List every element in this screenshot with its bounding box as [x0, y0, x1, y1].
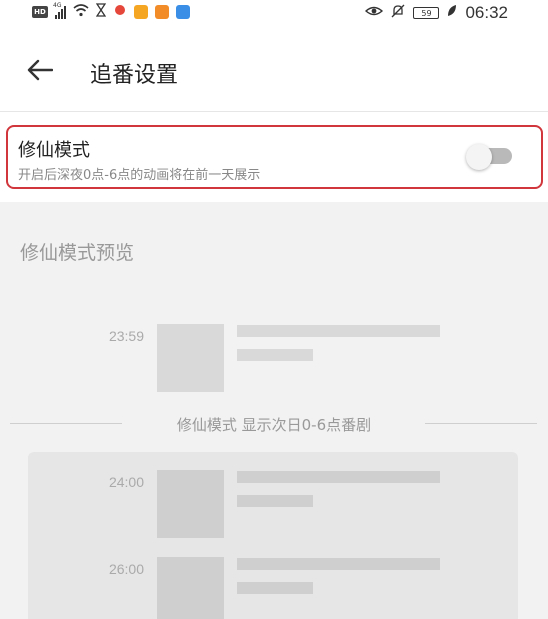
- toggle-thumb: [466, 144, 492, 170]
- cellular-signal-icon: 4G: [53, 2, 66, 19]
- hourglass-icon: [95, 3, 107, 21]
- xiuxian-mode-toggle[interactable]: [466, 144, 512, 170]
- chat-app-icon: [155, 5, 169, 19]
- slot-time: 24:00: [108, 474, 144, 490]
- status-time: 06:32: [465, 3, 508, 22]
- subtitle-placeholder: [237, 495, 313, 507]
- title-placeholder: [237, 325, 440, 337]
- back-button[interactable]: [22, 52, 58, 88]
- orange-app-icon: [134, 5, 148, 19]
- mode-divider: 修仙模式 显示次日0-6点番剧: [0, 412, 548, 438]
- arrow-left-icon: [27, 59, 53, 81]
- hd-icon: HD: [32, 6, 48, 18]
- status-left-icons: HD 4G: [32, 2, 190, 21]
- preview-slot: 24:00: [0, 470, 548, 540]
- cover-placeholder: [157, 470, 224, 538]
- eye-comfort-icon: [365, 4, 384, 22]
- slot-time: 23:59: [108, 328, 144, 344]
- divider-line-right: [425, 423, 537, 424]
- subtitle-placeholder: [237, 582, 313, 594]
- title-placeholder: [237, 558, 440, 570]
- setting-row-xiuxian-mode[interactable]: 修仙模式 开启后深夜0点-6点的动画将在前一天展示: [0, 112, 548, 202]
- divider-text: 修仙模式 显示次日0-6点番剧: [176, 416, 372, 434]
- app-notification-icon: [113, 3, 127, 21]
- slot-time: 26:00: [108, 561, 144, 577]
- setting-title: 修仙模式: [18, 140, 90, 161]
- preview-slot: 23:59: [0, 324, 548, 394]
- setting-description: 开启后深夜0点-6点的动画将在前一天展示: [18, 168, 261, 183]
- title-placeholder: [237, 471, 440, 483]
- preview-title: 修仙模式预览: [20, 242, 135, 264]
- status-bar: HD 4G 59 06:32: [0, 0, 548, 28]
- cover-placeholder: [157, 324, 224, 392]
- app-header: 追番设置: [0, 28, 548, 112]
- leaf-icon: [447, 4, 457, 22]
- mute-bell-icon: [391, 4, 405, 22]
- preview-slot: 26:00: [0, 557, 548, 619]
- battery-icon: 59: [413, 7, 440, 19]
- wifi-icon: [73, 3, 89, 21]
- page-title: 追番设置: [90, 63, 179, 88]
- status-right-icons: 59 06:32: [365, 3, 508, 23]
- cover-placeholder: [157, 557, 224, 619]
- message-app-icon: [176, 5, 190, 19]
- subtitle-placeholder: [237, 349, 313, 361]
